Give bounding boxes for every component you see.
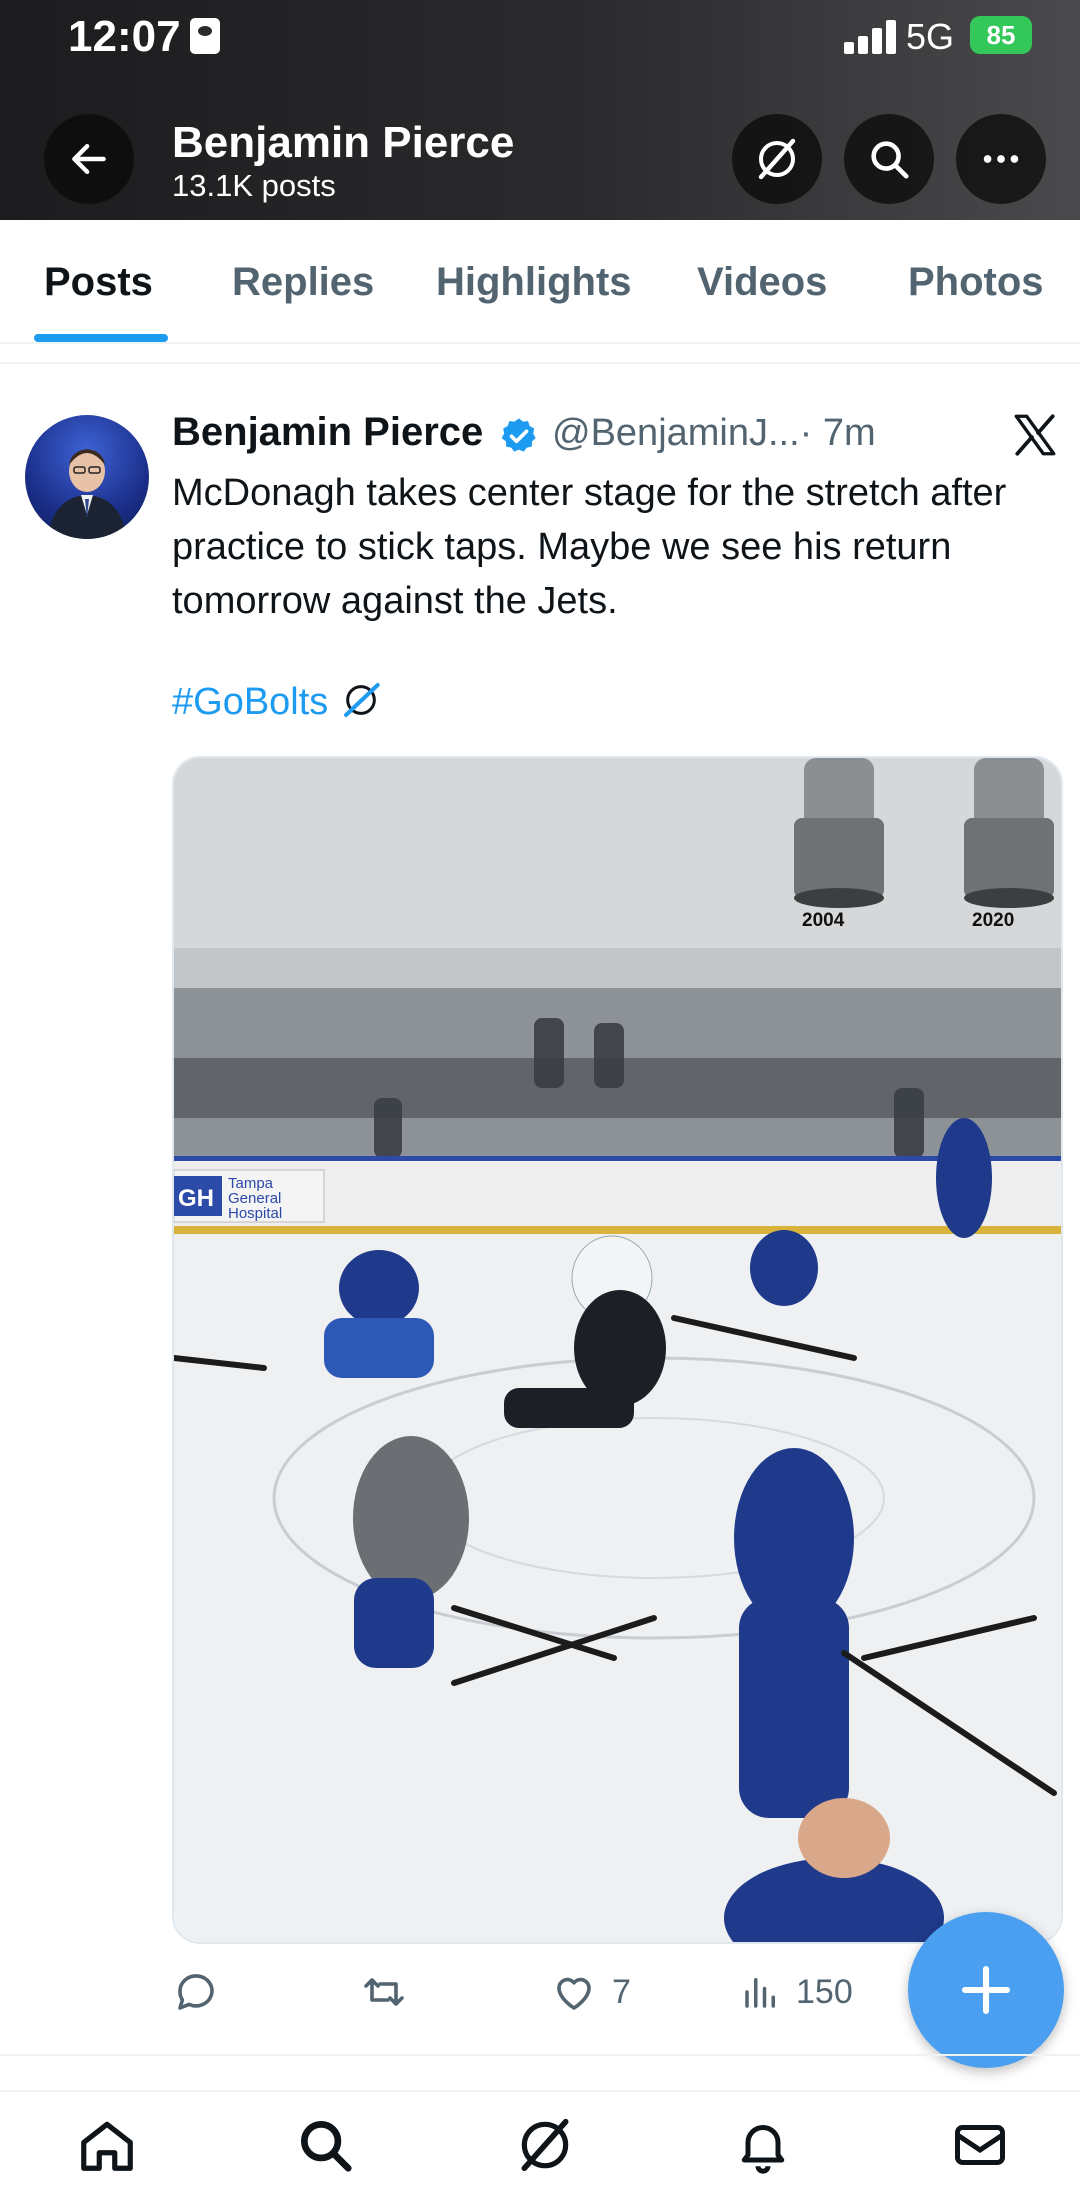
post-hashtag-link[interactable]: #GoBolts [172, 680, 383, 724]
views-button[interactable]: 150 [740, 1968, 853, 2016]
compose-post-button[interactable] [908, 1912, 1064, 2068]
post-handle-time[interactable]: @BenjaminJ...· 7m [552, 412, 876, 455]
post-media-photo[interactable]: 2004 2020 GH Tampa General Hospital [172, 756, 1063, 1944]
repost-icon [364, 1978, 404, 2006]
nav-grok[interactable] [510, 2110, 580, 2180]
tab-videos[interactable]: Videos [697, 260, 827, 305]
nav-search[interactable] [290, 2110, 360, 2180]
post-handle: @BenjaminJ... [552, 412, 800, 454]
notifications-icon [741, 2125, 785, 2174]
cup-banner-2020 [964, 758, 1054, 908]
bottom-navigation [0, 2090, 1080, 2187]
back-button[interactable] [44, 114, 134, 204]
like-count: 7 [612, 1972, 631, 2011]
post-actions: 7 150 [172, 1962, 992, 2026]
contact-card-icon [190, 18, 220, 54]
search-icon [300, 2120, 352, 2172]
nav-notifications[interactable] [728, 2110, 798, 2180]
lightning-bolt-logo-icon [521, 2118, 569, 2172]
profile-name: Benjamin Pierce [172, 118, 515, 167]
back-arrow-icon [72, 143, 106, 175]
profile-posts-count: 13.1K posts [172, 168, 336, 203]
tab-replies[interactable]: Replies [232, 260, 374, 305]
views-chart-icon [745, 1978, 775, 2008]
banner-year-2020: 2020 [972, 910, 1014, 931]
signal-icon [844, 20, 896, 54]
plus-icon [961, 1965, 1011, 2015]
nav-home[interactable] [72, 2110, 142, 2180]
avatar[interactable] [25, 415, 149, 539]
more-button[interactable] [956, 114, 1046, 204]
nav-messages[interactable] [945, 2110, 1015, 2180]
home-icon [81, 2121, 133, 2171]
hockey-practice-photo: 2004 2020 GH Tampa General Hospital [174, 758, 1061, 1942]
like-button[interactable]: 7 [550, 1968, 631, 2016]
tab-photos[interactable]: Photos [908, 260, 1044, 305]
avatar-image [47, 449, 127, 539]
sign-text-gh: GH [178, 1185, 214, 1212]
post-author-name[interactable]: Benjamin Pierce [172, 410, 483, 455]
hashtag-text: #GoBolts [172, 681, 329, 723]
messages-icon [955, 2125, 1005, 2165]
sign-text-line-3: Hospital [228, 1205, 282, 1222]
divider [0, 362, 1080, 364]
verified-badge-icon [501, 418, 536, 452]
network-type: 5G [906, 16, 955, 57]
grok-button[interactable] [732, 114, 822, 204]
views-count: 150 [796, 1972, 853, 2011]
x-logo-icon[interactable] [1010, 410, 1060, 460]
profile-header: 12:07 5G 85 Benjamin Pierce 13.1K posts [0, 0, 1080, 220]
cup-banner-2004 [794, 758, 884, 908]
post-text: McDonagh takes center stage for the stre… [172, 472, 1007, 622]
post-time: · 7m [799, 412, 876, 454]
heart-icon [557, 1977, 591, 2010]
status-time: 12:07 [68, 12, 181, 61]
post-divider [0, 2054, 1080, 2056]
lightning-bolt-hashtag-icon [343, 683, 380, 717]
lightning-bolt-logo-icon [758, 138, 796, 180]
repost-button[interactable] [358, 1968, 424, 2016]
tab-posts[interactable]: Posts [44, 260, 153, 305]
profile-tabs: Posts Replies Highlights Videos Photos [0, 220, 1080, 344]
active-tab-indicator [34, 334, 168, 342]
battery-indicator: 85 [970, 16, 1032, 54]
search-icon [871, 141, 909, 179]
search-button[interactable] [844, 114, 934, 204]
banner-year-2004: 2004 [802, 910, 845, 931]
tab-highlights[interactable]: Highlights [436, 260, 632, 305]
reply-button[interactable] [172, 1968, 234, 2016]
reply-icon [178, 1974, 214, 2010]
more-icon [983, 155, 1019, 163]
